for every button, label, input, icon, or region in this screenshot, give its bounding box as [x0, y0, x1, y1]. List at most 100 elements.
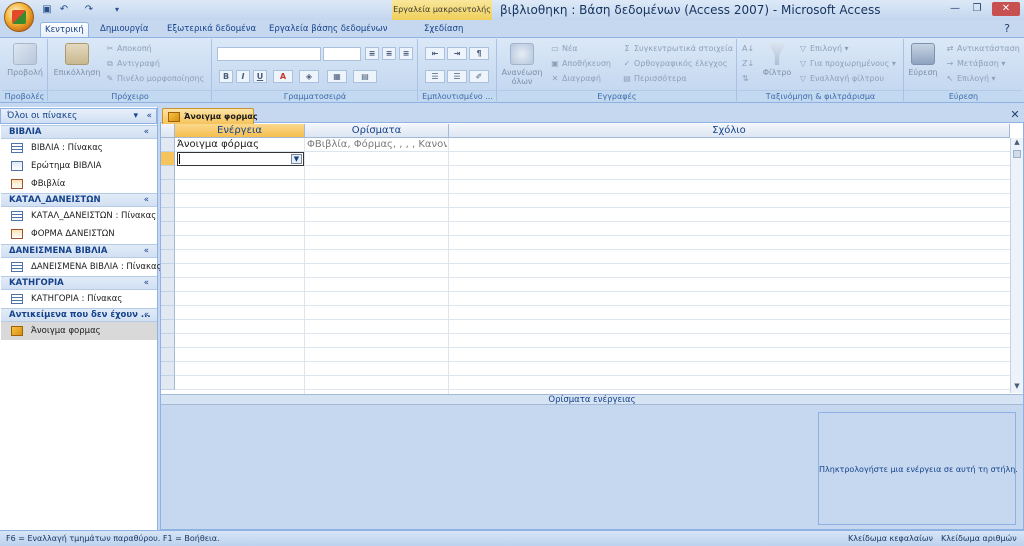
nav-group-katal-daneiston[interactable]: ΚΑΤΑΛ_ΔΑΝΕΙΣΤΩΝ « — [1, 193, 157, 207]
filter-button[interactable]: Φίλτρο — [760, 43, 794, 77]
paragraph-icon[interactable]: ¶ — [469, 47, 489, 60]
new-record-button[interactable]: ▭ Νέα — [550, 42, 577, 56]
new-action-input[interactable]: ▼ — [177, 152, 304, 166]
refresh-all-button[interactable]: Ανανέωση όλων — [498, 43, 546, 86]
row-selector[interactable] — [161, 334, 175, 348]
font-color-icon[interactable]: A — [273, 70, 293, 83]
minimize-button[interactable]: — — [944, 2, 966, 16]
redo-icon[interactable]: ↷ — [82, 3, 96, 16]
table-row[interactable] — [175, 264, 1010, 278]
row-selector[interactable] — [161, 236, 175, 250]
save-icon[interactable]: ▣ — [40, 3, 54, 16]
table-row[interactable] — [175, 208, 1010, 222]
dropdown-arrow-icon[interactable]: ▼ — [291, 154, 302, 164]
row-selector[interactable] — [161, 138, 175, 152]
sort-descending-icon[interactable]: Z↓ — [742, 57, 754, 71]
toggle-filter-button[interactable]: ▽ Εναλλαγή φίλτρου — [798, 72, 884, 86]
select-all-corner[interactable] — [161, 124, 175, 138]
nav-group-vivlia[interactable]: ΒΙΒΛΙΑ « — [1, 125, 157, 139]
table-row[interactable] — [175, 222, 1010, 236]
scroll-up-icon[interactable]: ▲ — [1011, 138, 1023, 149]
row-selector[interactable] — [161, 250, 175, 264]
table-row[interactable] — [175, 306, 1010, 320]
help-icon[interactable]: ? — [992, 22, 1022, 36]
document-tab[interactable]: Άνοιγμα φορμας — [162, 108, 258, 124]
close-document-icon[interactable]: ✕ — [1008, 108, 1022, 122]
row-selector[interactable] — [161, 278, 175, 292]
save-record-button[interactable]: ▣ Αποθήκευση — [550, 57, 611, 71]
tab-home[interactable]: Κεντρική — [40, 22, 89, 38]
underline-button[interactable]: U — [253, 70, 267, 83]
nav-item-forma-daneiston[interactable]: ΦΟΡΜΑ ΔΑΝΕΙΣΤΩΝ — [1, 225, 157, 243]
scroll-thumb[interactable] — [1013, 150, 1021, 158]
nav-item-macro[interactable]: Άνοιγμα φορμας — [1, 322, 157, 340]
selection-button[interactable]: ▽ Επιλογή ▾ — [798, 42, 849, 56]
row-selector[interactable] — [161, 320, 175, 334]
row-selector[interactable] — [161, 264, 175, 278]
comment-cell[interactable] — [451, 138, 1001, 152]
table-row[interactable] — [175, 320, 1010, 334]
nav-item-daneismena-table[interactable]: ΔΑΝΕΙΣΜΕΝΑ ΒΙΒΛΙΑ : Πίνακας — [1, 258, 162, 276]
nav-item-vivlia-table[interactable]: ΒΙΒΛΙΑ : Πίνακας — [1, 139, 157, 157]
nav-item-katigoria-table[interactable]: ΚΑΤΗΓΟΡΙΑ : Πίνακας — [1, 290, 157, 308]
customize-qat-icon[interactable]: ▾ — [110, 3, 124, 16]
spelling-button[interactable]: ✓ Ορθογραφικός έλεγχος — [622, 57, 728, 71]
table-row[interactable] — [175, 376, 1010, 390]
action-cell[interactable]: Άνοιγμα φόρμας — [177, 138, 303, 152]
row-selector[interactable] — [161, 208, 175, 222]
align-center-icon[interactable]: ≡ — [382, 47, 396, 60]
align-left-icon[interactable]: ≡ — [365, 47, 379, 60]
cut-button[interactable]: ✂ Αποκοπή — [105, 42, 152, 56]
font-name-combo[interactable] — [217, 47, 321, 61]
nav-item-katal-table[interactable]: ΚΑΤΑΛ_ΔΑΝΕΙΣΤΩΝ : Πίνακας — [1, 207, 157, 225]
decrease-indent-icon[interactable]: ⇤ — [425, 47, 445, 60]
scroll-down-icon[interactable]: ▼ — [1011, 382, 1023, 393]
shutter-bar-icon[interactable]: « — [146, 109, 152, 123]
more-button[interactable]: ▤ Περισσότερα — [622, 72, 686, 86]
totals-button[interactable]: Σ Συγκεντρωτικά στοιχεία — [622, 42, 733, 56]
row-selector[interactable] — [161, 348, 175, 362]
tab-design[interactable]: Σχεδίαση — [420, 22, 467, 37]
office-button[interactable] — [4, 2, 34, 32]
paste-button[interactable]: Επικόλληση — [51, 43, 103, 77]
table-row[interactable] — [175, 250, 1010, 264]
row-selector[interactable] — [161, 166, 175, 180]
row-selector[interactable] — [161, 292, 175, 306]
column-header-comment[interactable]: Σχόλιο — [449, 124, 1010, 138]
row-selector[interactable] — [161, 362, 175, 376]
nav-group-unrelated[interactable]: Αντικείμενα που δεν έχουν ... « — [1, 308, 157, 322]
row-selector[interactable] — [161, 306, 175, 320]
replace-button[interactable]: ⇄ Αντικατάσταση — [945, 42, 1020, 56]
row-selector[interactable] — [161, 222, 175, 236]
nav-item-vivlia-form[interactable]: ΦΒιβλία — [1, 175, 157, 193]
table-row[interactable] — [175, 348, 1010, 362]
nav-menu-chevron-icon[interactable]: ▾ — [133, 109, 138, 123]
view-button[interactable]: Προβολή — [2, 43, 48, 77]
nav-item-vivlia-query[interactable]: Ερώτημα ΒΙΒΛΙΑ — [1, 157, 157, 175]
advanced-filter-button[interactable]: ▽ Για προχωρημένους ▾ — [798, 57, 896, 71]
table-row[interactable] — [175, 194, 1010, 208]
bullet-list-icon[interactable]: ☰ — [447, 70, 467, 83]
copy-button[interactable]: ⧉ Αντιγραφή — [105, 57, 160, 71]
numbered-list-icon[interactable]: ☰ — [425, 70, 445, 83]
row-selector[interactable] — [161, 152, 175, 166]
highlight-icon[interactable]: ✐ — [469, 70, 489, 83]
table-row[interactable] — [175, 362, 1010, 376]
column-header-action[interactable]: Ενέργεια — [175, 124, 305, 138]
tab-external-data[interactable]: Εξωτερικά δεδομένα — [163, 22, 260, 37]
format-painter-button[interactable]: ✎ Πινέλο μορφοποίησης — [105, 72, 205, 86]
row-selector[interactable] — [161, 376, 175, 390]
fill-color-icon[interactable]: ◈ — [299, 70, 319, 83]
nav-pane-header[interactable]: Όλοι οι πίνακες ▾ « — [0, 108, 157, 124]
gridlines-icon[interactable]: ▦ — [327, 70, 347, 83]
tab-database-tools[interactable]: Εργαλεία βάσης δεδομένων — [265, 22, 392, 37]
align-right-icon[interactable]: ≡ — [399, 47, 413, 60]
increase-indent-icon[interactable]: ⇥ — [447, 47, 467, 60]
bold-button[interactable]: B — [219, 70, 233, 83]
table-row[interactable] — [175, 166, 1010, 180]
undo-icon[interactable]: ↶ — [57, 3, 71, 16]
vertical-scrollbar[interactable]: ▲ ▼ — [1010, 138, 1023, 393]
table-row[interactable] — [175, 236, 1010, 250]
find-button[interactable]: Εύρεση — [905, 43, 941, 77]
tab-create[interactable]: Δημιουργία — [96, 22, 153, 37]
